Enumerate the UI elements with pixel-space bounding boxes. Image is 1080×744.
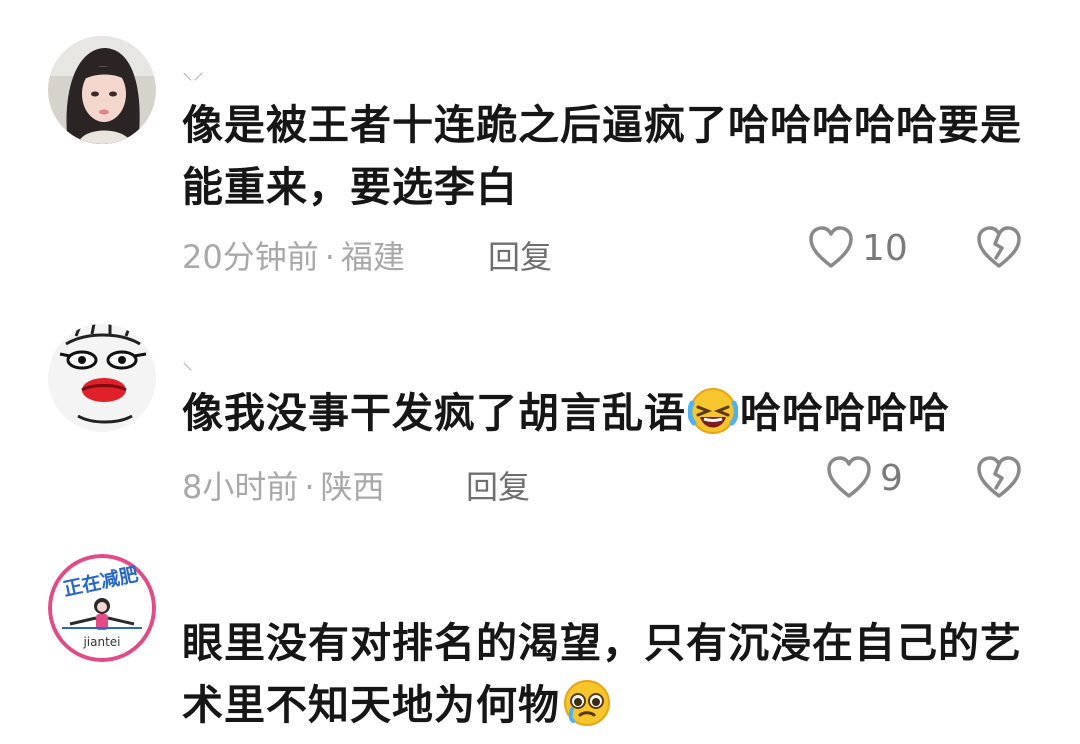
heart-icon: [809, 226, 853, 268]
comment-text-part: 哈哈哈哈哈: [740, 389, 950, 437]
like-button[interactable]: 10: [808, 226, 908, 270]
avatar[interactable]: [48, 324, 156, 432]
teary-eyed-emoji-icon: [562, 679, 612, 744]
meta-separator: ·: [304, 468, 315, 506]
like-button[interactable]: 9: [826, 456, 903, 500]
comment-time: 20分钟前: [182, 238, 319, 276]
username[interactable]: ⸜: [182, 346, 193, 376]
like-count: 9: [880, 457, 903, 499]
comment-text: 眼里没有对排名的渴望，只有沉浸在自己的艺术里不知天地为何物: [182, 612, 1042, 744]
comment-meta: 20分钟前 · 福建: [182, 232, 405, 278]
comment-text: 像我没事干发疯了胡言乱语 哈哈哈哈哈: [182, 382, 1042, 452]
comment-location: 福建: [340, 238, 405, 276]
comment-meta: 8小时前 · 陕西: [182, 462, 385, 508]
diet-badge-avatar-icon: 正在减肥 jiantei: [48, 554, 156, 662]
comment-text: 像是被王者十连跪之后逼疯了哈哈哈哈哈要是能重来，要选李白: [182, 101, 1022, 211]
comment-time: 8小时前: [182, 468, 299, 506]
reply-button[interactable]: 回复: [466, 462, 530, 508]
heart-icon: [827, 456, 871, 498]
girl-photo-avatar-icon: [48, 36, 156, 144]
dislike-button[interactable]: [976, 226, 1022, 274]
avatar[interactable]: [48, 36, 156, 144]
dislike-button[interactable]: [976, 456, 1022, 504]
broken-heart-icon: [977, 456, 1021, 498]
username[interactable]: ⸜⸝: [182, 56, 204, 86]
comment-text-part: 像我没事干发疯了胡言乱语: [182, 389, 686, 437]
like-count: 10: [862, 227, 908, 269]
avatar-bottom-text: jiantei: [82, 635, 120, 649]
laughing-crying-emoji-icon: [687, 387, 739, 452]
avatar[interactable]: 正在减肥 jiantei: [48, 554, 156, 662]
broken-heart-icon: [977, 226, 1021, 268]
reply-button[interactable]: 回复: [488, 232, 552, 278]
cartoon-face-avatar-icon: [48, 324, 156, 432]
meta-separator: ·: [324, 238, 335, 276]
comment-location: 陕西: [320, 468, 385, 506]
